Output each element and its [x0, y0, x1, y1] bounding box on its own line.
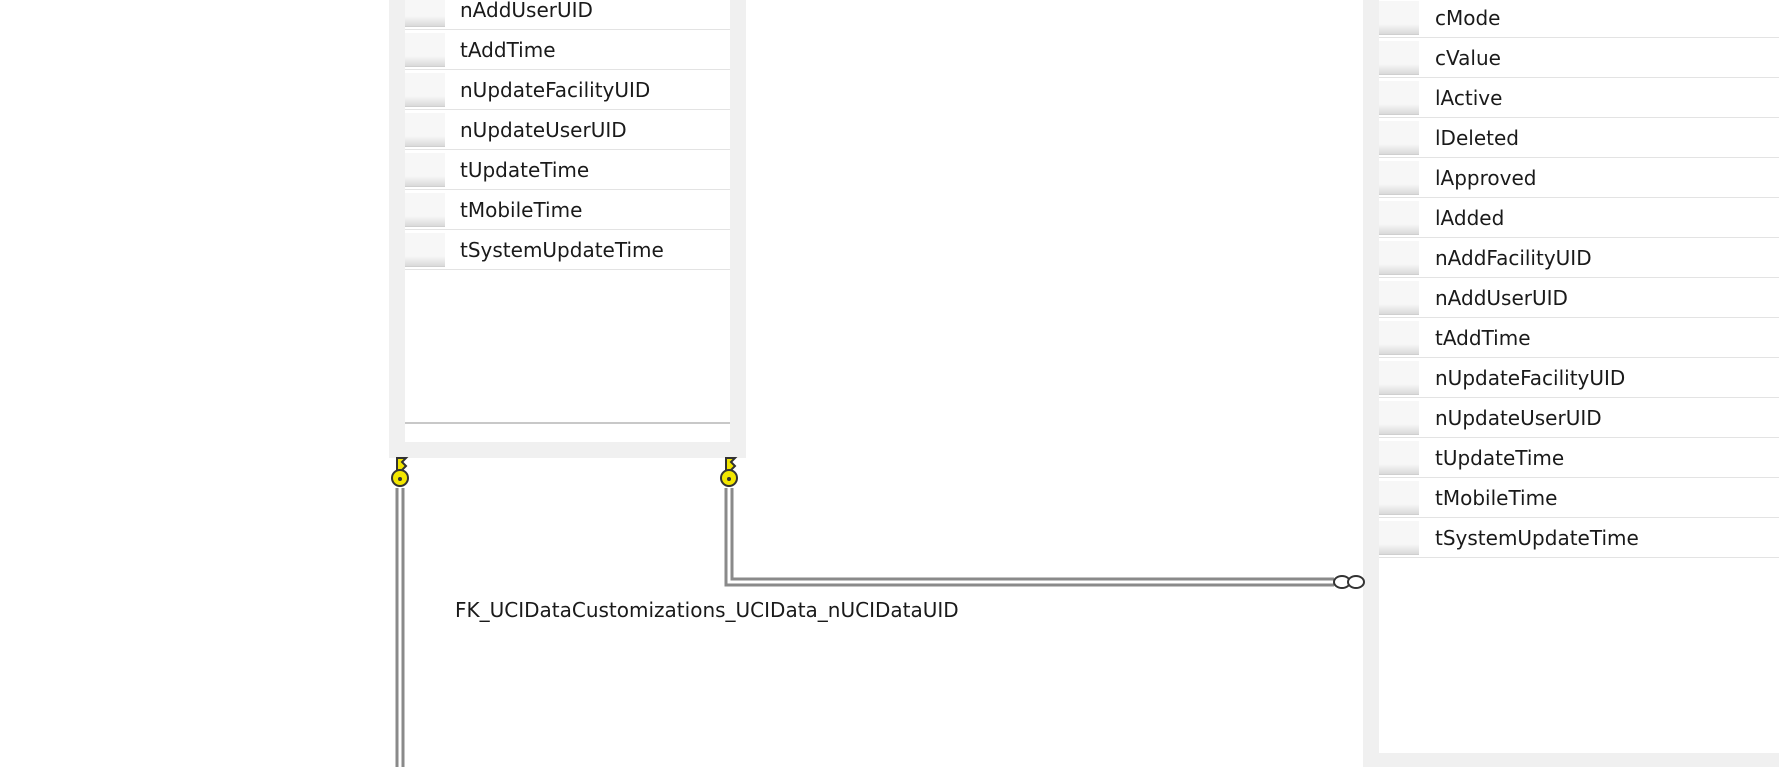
infinity-icon — [1333, 575, 1365, 589]
key-icon — [720, 457, 738, 487]
relationship-label[interactable]: FK_UCIDataCustomizations_UCIData_nUCIDat… — [455, 596, 959, 624]
relationship-line-fk[interactable] — [724, 488, 1334, 587]
key-icon — [391, 457, 409, 487]
relationship-connectors — [391, 457, 1365, 767]
diagram-canvas: nAddUserUID tAddTime nUpdateFacilityUID nUp… — [0, 0, 1779, 767]
